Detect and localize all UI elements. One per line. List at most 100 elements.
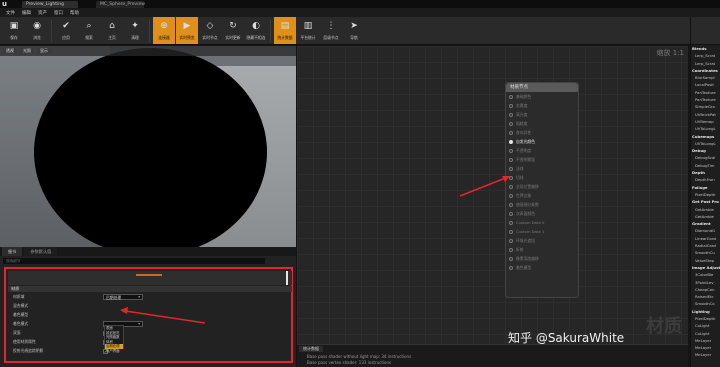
material-input-pin[interactable]: 不透明蒙版 [506, 155, 578, 164]
tab-parameter-defaults[interactable]: 参数默认值 [24, 247, 58, 256]
material-input-pin[interactable]: 全局位置偏移 [506, 182, 578, 191]
palette-category[interactable]: Image Adjust [691, 264, 720, 271]
palette-item[interactable]: BlurSampl [691, 74, 720, 81]
palette-item[interactable]: UVToLongL [691, 140, 720, 147]
palette-item[interactable]: Lerp_Scrat [691, 60, 720, 67]
document-tab-secondary[interactable]: MC_Sphere_Preview [96, 1, 145, 8]
material-input-pin[interactable]: 环境光遮挡 [506, 236, 578, 245]
toolbar-button[interactable]: ✔ 应用 [55, 17, 77, 44]
material-input-pin[interactable]: 次表面颜色 [506, 209, 578, 218]
palette-category[interactable]: Foliage [691, 184, 720, 191]
details-scrollbar[interactable] [286, 271, 288, 285]
palette-item[interactable]: SmoothCu [691, 249, 720, 256]
material-input-pin[interactable]: Custom Data 0 [506, 218, 578, 227]
toolbar-button[interactable]: ▶ 实时预览 [176, 17, 198, 44]
palette-item[interactable]: PixelDepth [691, 191, 720, 198]
palette-item[interactable]: Lerp_Scrat [691, 52, 720, 59]
palette-item[interactable]: RadialGrad [691, 242, 720, 249]
toolbar-button[interactable]: ⋮ 层级节点 [320, 17, 342, 44]
palette-item[interactable]: 3PointLev [691, 279, 720, 286]
material-input-pin[interactable]: 像素深度偏移 [506, 254, 578, 263]
palette-item[interactable]: UVBrickPat [691, 111, 720, 118]
palette-item[interactable]: ValueStep [691, 257, 720, 264]
toolbar-button[interactable]: ⌂ 主页 [101, 17, 123, 44]
palette-item[interactable]: MeLayer [691, 337, 720, 344]
details-search-input[interactable]: 搜索细节 [3, 258, 265, 264]
palette-category[interactable]: Depth [691, 169, 720, 176]
palette-category[interactable]: Get Post Pro [691, 198, 720, 205]
material-input-pin[interactable]: 自发光颜色 [506, 137, 578, 146]
palette-category[interactable]: Gradient [691, 220, 720, 227]
toolbar-button[interactable]: ⌕ 搜索 [78, 17, 100, 44]
toolbar-button[interactable]: ▥ 平台统计 [297, 17, 319, 44]
palette-item[interactable]: UVToLongL [691, 125, 720, 132]
property-dropdown[interactable]: 后期处理 ▾ [103, 294, 143, 300]
palette-item[interactable]: DiamondG [691, 227, 720, 234]
material-input-pin[interactable]: Custom Data 1 [506, 227, 578, 236]
menu-edit[interactable]: 编辑 [22, 10, 31, 16]
material-input-pin[interactable]: 各向异性 [506, 128, 578, 137]
palette-item[interactable]: MeLayer [691, 351, 720, 358]
viewport-show-button[interactable]: 显示 [37, 48, 51, 54]
palette-item[interactable]: SimpleGra [691, 103, 720, 110]
palette-category[interactable]: Lighting [691, 308, 720, 315]
palette-item[interactable]: LinearGrad [691, 235, 720, 242]
palette-item[interactable]: 3ColorBle [691, 271, 720, 278]
dropdown-option[interactable]: 用户界面 [105, 349, 123, 354]
palette-item[interactable]: UVRemap [691, 118, 720, 125]
palette-item[interactable]: GetAmbie [691, 206, 720, 213]
toolbar-button[interactable]: ▣ 保存 [3, 17, 25, 44]
material-input-pin[interactable]: 不透明度 [506, 146, 578, 155]
material-input-pin[interactable]: 切线 [506, 173, 578, 182]
palette-item[interactable]: LocalPosit [691, 81, 720, 88]
toolbar-button[interactable]: ✦ 清理 [124, 17, 146, 44]
palette-item[interactable]: CoLight [691, 322, 720, 329]
material-input-pin[interactable]: 基础颜色 [506, 92, 578, 101]
palette-item[interactable]: SmoothCo [691, 300, 720, 307]
toolbar-button[interactable]: ▤ 统计数据 [274, 17, 296, 44]
palette-item[interactable]: CoLight [691, 330, 720, 337]
section-material[interactable]: 材质 [8, 286, 292, 292]
material-input-pin[interactable]: 世界位移 [506, 191, 578, 200]
palette-item[interactable]: PanTexture [691, 89, 720, 96]
palette-item[interactable]: DepthFron [691, 176, 720, 183]
toolbar-button[interactable]: ➤ 导航 [343, 17, 365, 44]
palette-category[interactable]: Coordinates [691, 67, 720, 74]
palette-category[interactable]: Cubemaps [691, 133, 720, 140]
palette-item[interactable]: DebugScal [691, 154, 720, 161]
palette-item[interactable]: MeLayer [691, 344, 720, 351]
palette-item[interactable]: PanTexture [691, 96, 720, 103]
tab-details[interactable]: 细节 [2, 247, 23, 256]
palette-category[interactable]: Debug [691, 147, 720, 154]
palette-item[interactable]: CheapCon [691, 286, 720, 293]
material-result-node[interactable]: 材质节点 基础颜色 金属度 高光度 粗糙度 各向异性 自发光颜色 不透明度 不透明蒙版 法线 切线… [505, 82, 579, 298]
material-input-pin[interactable]: 粗糙度 [506, 119, 578, 128]
material-graph[interactable]: 缩放 1:1 材质节点 基础颜色 金属度 高光度 粗糙度 各向异性 自发光颜色 不透明度 不透… [297, 46, 688, 344]
document-tab[interactable]: Preview_Lighting [22, 1, 78, 8]
menu-asset[interactable]: 资产 [38, 10, 47, 16]
material-input-pin[interactable]: 法线 [506, 164, 578, 173]
menu-file[interactable]: 文件 [6, 10, 15, 16]
material-input-pin[interactable]: 曲面细分乘数 [506, 200, 578, 209]
palette-item[interactable]: GetAmbie [691, 213, 720, 220]
toolbar-button[interactable]: ⊕ 连接器 [153, 17, 175, 44]
viewport-perspective-button[interactable]: 透视 [3, 48, 17, 54]
palette-item[interactable]: PixelDepth [691, 315, 720, 322]
menu-window[interactable]: 窗口 [54, 10, 63, 16]
toolbar-button[interactable]: ↻ 实时更新 [222, 17, 244, 44]
material-input-pin[interactable]: 高光度 [506, 110, 578, 119]
toolbar-button[interactable]: ◐ 隐藏不相连 [245, 17, 267, 44]
palette-category[interactable]: Blends [691, 45, 720, 52]
palette-item[interactable]: RaisedEtc [691, 293, 720, 300]
menu-help[interactable]: 帮助 [70, 10, 79, 16]
toolbar-button[interactable]: ◉ 浏览 [26, 17, 48, 44]
material-input-pin[interactable]: 着色模型 [506, 263, 578, 272]
material-input-pin[interactable]: 金属度 [506, 101, 578, 110]
preview-viewport[interactable]: 透视 光照 显示 [0, 46, 296, 247]
stats-tab[interactable]: 统计数据 [299, 346, 323, 352]
material-input-pin[interactable]: 折射 [506, 245, 578, 254]
details-view-options-icon[interactable] [268, 258, 294, 264]
palette-item[interactable]: DebugTim [691, 162, 720, 169]
viewport-lit-button[interactable]: 光照 [20, 48, 34, 54]
toolbar-button[interactable]: ◇ 实时节点 [199, 17, 221, 44]
